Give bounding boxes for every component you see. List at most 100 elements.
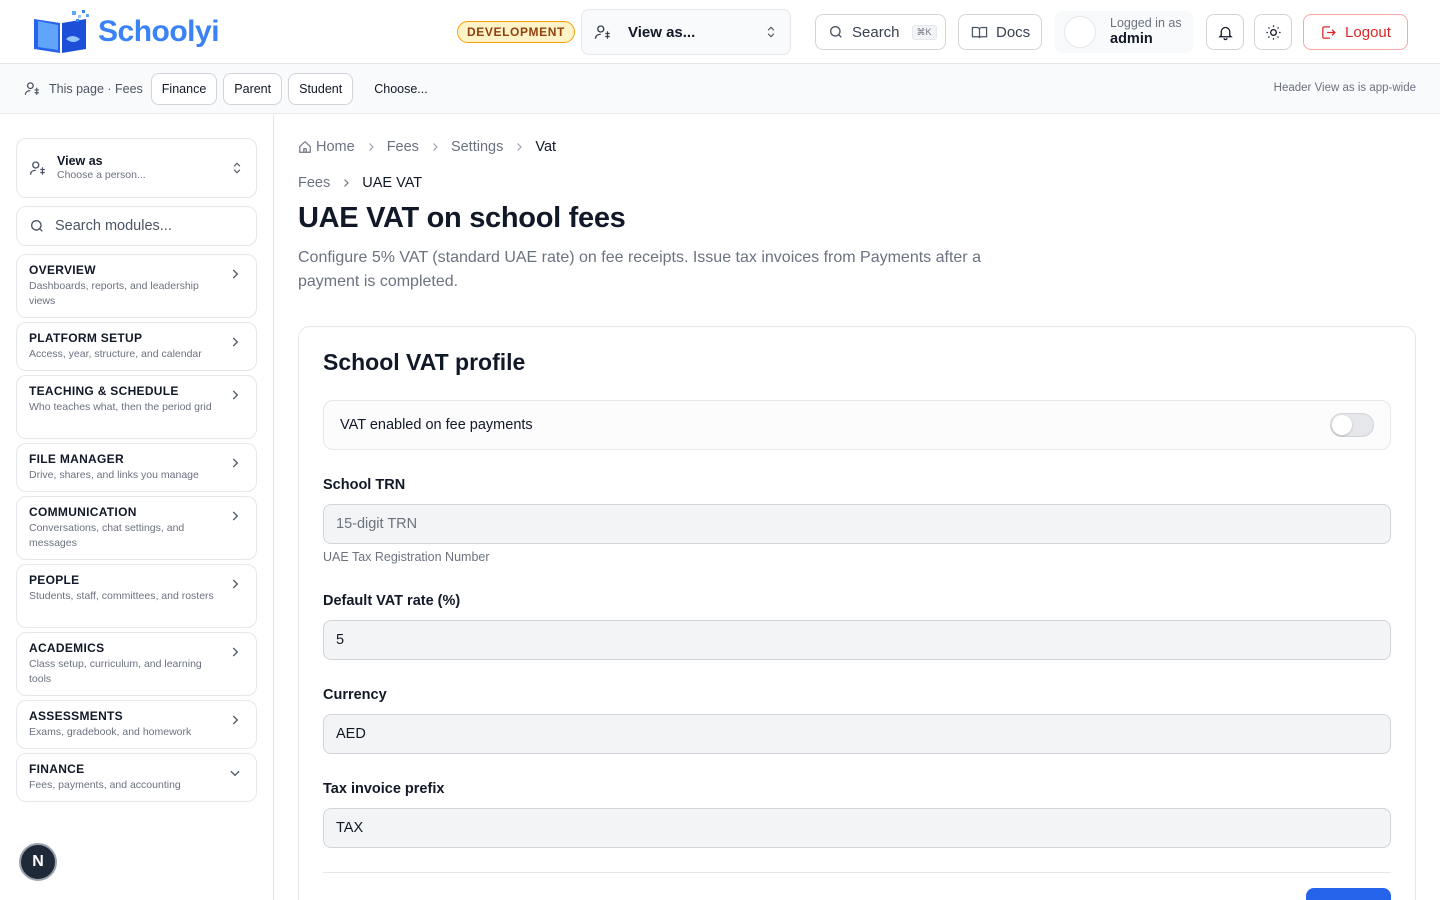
view-as-chip-student[interactable]: Student <box>288 72 354 105</box>
sidebar-module-people[interactable]: PEOPLE Students, staff, committees, and … <box>16 564 257 628</box>
dev-tools-button[interactable]: N <box>19 843 57 881</box>
docs-button-label: Docs <box>996 23 1031 41</box>
chevron-up-down-icon <box>764 25 778 39</box>
sub-breadcrumb-current: UAE VAT <box>362 175 423 191</box>
toggle-knob <box>1332 415 1352 435</box>
module-title: ASSESSMENTS <box>29 709 123 723</box>
sub-breadcrumb: Fees UAE VAT <box>298 175 422 191</box>
logout-button[interactable]: Logout <box>1303 14 1408 50</box>
sidebar-module-assessments[interactable]: ASSESSMENTS Exams, gradebook, and homewo… <box>16 700 257 749</box>
theme-toggle-button[interactable] <box>1254 14 1292 50</box>
card-divider <box>323 872 1391 873</box>
sidebar-module-overview[interactable]: OVERVIEW Dashboards, reports, and leader… <box>16 254 257 318</box>
module-description: Class setup, curriculum, and learning to… <box>29 658 202 685</box>
sun-icon <box>1265 24 1282 41</box>
vat-profile-card: School VAT profile VAT enabled on fee pa… <box>298 326 1416 900</box>
sidebar-view-as-subtitle: Choose a person... <box>57 169 146 182</box>
environment-badge: DEVELOPMENT <box>457 21 575 43</box>
logout-label: Logout <box>1345 23 1391 41</box>
module-search-input[interactable] <box>55 218 244 234</box>
book-open-icon <box>971 24 988 41</box>
top-header: Schoolyi DEVELOPMENT View as... Search ⌘… <box>0 0 1440 64</box>
brand-logo[interactable]: Schoolyi <box>32 8 220 56</box>
trn-input[interactable] <box>323 504 1391 544</box>
module-description: Dashboards, reports, and leadership view… <box>29 280 199 307</box>
breadcrumb-home[interactable]: Home <box>298 139 355 155</box>
sub-breadcrumb-fees[interactable]: Fees <box>298 175 330 191</box>
sidebar-module-teaching-schedule[interactable]: TEACHING & SCHEDULE Who teaches what, th… <box>16 375 257 439</box>
page-context-label: This page · Fees <box>49 81 143 96</box>
module-title: PEOPLE <box>29 573 80 587</box>
module-title: PLATFORM SETUP <box>29 331 143 345</box>
breadcrumb: Home Fees Settings Vat <box>298 139 556 155</box>
module-title: FINANCE <box>29 762 85 776</box>
chevron-right-icon <box>365 141 377 153</box>
sidebar-module-communication[interactable]: COMMUNICATION Conversations, chat settin… <box>16 496 257 560</box>
vat-rate-input[interactable] <box>323 620 1391 660</box>
module-description: Students, staff, committees, and rosters <box>29 590 214 602</box>
vat-rate-label: Default VAT rate (%) <box>323 593 461 609</box>
currency-input[interactable] <box>323 714 1391 754</box>
breadcrumb-fees[interactable]: Fees <box>387 139 419 155</box>
chevron-right-icon <box>228 645 242 659</box>
docs-button[interactable]: Docs <box>958 14 1042 50</box>
username: admin <box>1110 30 1153 47</box>
sidebar-module-academics[interactable]: ACADEMICS Class setup, curriculum, and l… <box>16 632 257 696</box>
search-icon <box>828 24 844 40</box>
invoice-prefix-label: Tax invoice prefix <box>323 781 445 797</box>
chevron-right-icon <box>228 456 242 470</box>
logged-in-caption: Logged in as <box>1110 16 1182 31</box>
chevron-right-icon <box>228 509 242 523</box>
module-title: FILE MANAGER <box>29 452 124 466</box>
page-context-bar: This page · Fees Finance Parent Student … <box>0 64 1440 114</box>
notifications-button[interactable] <box>1206 14 1244 50</box>
chevron-right-icon <box>228 335 242 349</box>
chevron-right-icon <box>228 388 242 402</box>
sidebar-module-finance[interactable]: FINANCE Fees, payments, and accounting <box>16 753 257 802</box>
brand-name: Schoolyi <box>98 15 220 48</box>
chevron-right-icon <box>513 141 525 153</box>
trn-hint: UAE Tax Registration Number <box>323 550 490 564</box>
trn-label: School TRN <box>323 477 406 493</box>
view-as-select[interactable]: View as... <box>581 9 791 55</box>
user-menu[interactable]: Logged in as admin <box>1054 11 1194 53</box>
chevron-right-icon <box>228 577 242 591</box>
module-description: Fees, payments, and accounting <box>29 779 181 791</box>
module-search-box <box>16 206 257 246</box>
breadcrumb-current: Vat <box>535 139 557 155</box>
sidebar-view-as-title: View as <box>57 153 103 168</box>
book-logo-icon <box>32 9 92 55</box>
user-switch-icon <box>24 80 41 97</box>
view-as-chip-parent[interactable]: Parent <box>223 72 283 105</box>
save-button[interactable] <box>1306 888 1391 900</box>
view-as-scope-note: Header View as is app-wide <box>1273 82 1416 94</box>
invoice-prefix-input[interactable] <box>323 808 1391 848</box>
page-description: Configure 5% VAT (standard UAE rate) on … <box>298 249 981 290</box>
chevron-right-icon <box>340 177 352 189</box>
module-description: Exams, gradebook, and homework <box>29 726 192 738</box>
vat-enabled-label: VAT enabled on fee payments <box>340 417 533 433</box>
user-switch-icon <box>594 23 612 41</box>
bell-icon <box>1217 24 1234 41</box>
view-as-chip-finance[interactable]: Finance <box>150 72 218 105</box>
module-description: Access, year, structure, and calendar <box>29 348 202 360</box>
page-title: UAE VAT on school fees <box>298 202 626 234</box>
currency-label: Currency <box>323 687 387 703</box>
global-search-button[interactable]: Search ⌘K <box>815 14 946 50</box>
chevron-down-icon <box>228 766 242 780</box>
sidebar-module-platform-setup[interactable]: PLATFORM SETUP Access, year, structure, … <box>16 322 257 371</box>
breadcrumb-settings[interactable]: Settings <box>451 139 503 155</box>
logout-icon <box>1320 24 1337 41</box>
main-content: Home Fees Settings Vat Fees UAE VAT UAE … <box>298 114 1416 900</box>
view-as-choose-button[interactable]: Choose... <box>363 73 439 105</box>
user-switch-icon <box>29 159 47 177</box>
avatar <box>1064 16 1096 48</box>
sidebar-module-file-manager[interactable]: FILE MANAGER Drive, shares, and links yo… <box>16 443 257 492</box>
module-title: COMMUNICATION <box>29 505 137 519</box>
module-title: OVERVIEW <box>29 263 96 277</box>
vat-enabled-toggle[interactable] <box>1330 413 1374 437</box>
chevron-right-icon <box>228 267 242 281</box>
sidebar-view-as-select[interactable]: View as Choose a person... <box>16 138 257 198</box>
chevron-right-icon <box>228 713 242 727</box>
sidebar: View as Choose a person... OVERVIEW Dash… <box>0 114 274 900</box>
